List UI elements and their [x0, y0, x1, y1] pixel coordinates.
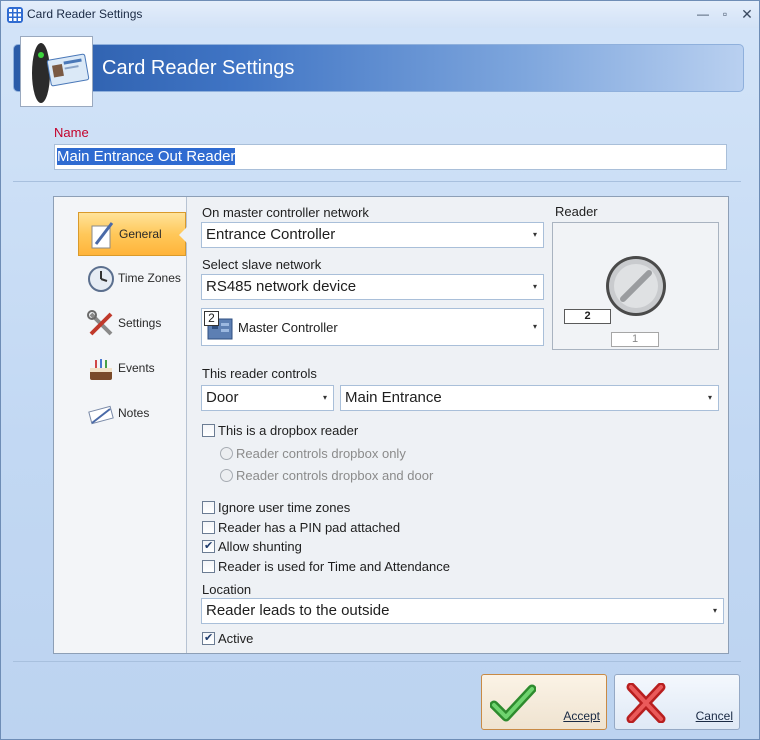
title-bar: Card Reader Settings — ▫ ✕ — [1, 1, 759, 28]
pin-pad-label: Reader has a PIN pad attached — [218, 520, 401, 535]
name-input[interactable]: Main Entrance Out Reader — [54, 144, 727, 170]
reader-secondary-number: 1 — [611, 332, 659, 347]
page-title: Card Reader Settings — [102, 57, 295, 79]
dropbox-and-door-radio[interactable] — [220, 469, 233, 482]
chevron-down-icon: ▾ — [712, 606, 717, 615]
card-reader-logo-icon — [20, 36, 93, 107]
dropbox-label: This is a dropbox reader — [218, 423, 359, 438]
dropbox-and-door-label: Reader controls dropbox and door — [236, 468, 434, 483]
cake-icon — [90, 359, 112, 380]
ignore-time-zones-checkbox[interactable] — [202, 501, 215, 514]
window-title: Card Reader Settings — [27, 7, 143, 21]
name-label: Name — [54, 125, 89, 140]
sidebar-item-events[interactable]: Events — [78, 347, 186, 391]
card-reader-knob-icon — [606, 256, 666, 316]
controls-type-dropdown[interactable]: Door ▾ — [201, 385, 334, 411]
minimize-button[interactable]: — — [695, 6, 711, 22]
divider — [13, 181, 741, 182]
close-button[interactable]: ✕ — [739, 6, 755, 22]
maximize-button[interactable]: ▫ — [717, 6, 733, 22]
chevron-down-icon: ▾ — [322, 393, 327, 402]
chevron-down-icon: ▾ — [532, 230, 537, 239]
card-reader-settings-window: Card Reader Settings — ▫ ✕ Card Reader S… — [0, 0, 760, 740]
tools-icon — [87, 310, 113, 336]
dropbox-only-radio[interactable] — [220, 447, 233, 460]
sidebar-item-time-zones[interactable]: Time Zones — [78, 257, 186, 301]
slave-network-label: Select slave network — [202, 257, 322, 272]
shunting-checkbox[interactable] — [202, 539, 215, 553]
controls-target-dropdown[interactable]: Main Entrance ▾ — [340, 385, 719, 411]
sidebar-item-general[interactable]: General — [78, 212, 186, 256]
reader-number: 2 — [564, 309, 611, 324]
cancel-button[interactable]: Cancel — [614, 674, 740, 730]
dropbox-only-label: Reader controls dropbox only — [236, 446, 406, 461]
active-nav-pointer — [179, 227, 187, 243]
reader-preview: 2 1 — [552, 222, 719, 350]
app-grid-icon — [7, 7, 23, 23]
reader-label: Reader — [555, 204, 598, 219]
cross-icon — [626, 683, 666, 723]
active-checkbox[interactable] — [202, 631, 215, 645]
chevron-down-icon: ▾ — [532, 282, 537, 291]
header-banner: Card Reader Settings — [13, 44, 744, 92]
chevron-down-icon: ▾ — [707, 393, 712, 402]
chevron-down-icon: ▾ — [532, 322, 537, 331]
dropbox-checkbox[interactable] — [202, 424, 215, 437]
ignore-time-zones-label: Ignore user time zones — [218, 500, 351, 515]
location-dropdown[interactable]: Reader leads to the outside ▾ — [201, 598, 724, 624]
sidebar-nav: General Time Zones Settings Events Notes — [54, 197, 187, 653]
clock-icon — [88, 266, 114, 292]
accept-button[interactable]: Accept — [481, 674, 607, 730]
sidebar-item-settings[interactable]: Settings — [78, 302, 186, 346]
slave-device-dropdown[interactable]: 2 Master Controller ▾ — [201, 308, 544, 346]
shunting-label: Allow shunting — [218, 539, 302, 554]
master-network-dropdown[interactable]: Entrance Controller ▾ — [201, 222, 544, 248]
pen-paper-icon — [91, 222, 114, 249]
device-number-badge: 2 — [204, 311, 219, 326]
notes-icon — [88, 405, 114, 425]
checkmark-icon — [490, 684, 536, 722]
time-attendance-label: Reader is used for Time and Attendance — [218, 559, 450, 574]
divider — [13, 661, 741, 662]
slave-network-dropdown[interactable]: RS485 network device ▾ — [201, 274, 544, 300]
time-attendance-checkbox[interactable] — [202, 560, 215, 573]
pin-pad-checkbox[interactable] — [202, 521, 215, 534]
active-label: Active — [218, 631, 254, 646]
location-label: Location — [202, 582, 252, 597]
master-network-label: On master controller network — [202, 205, 369, 220]
sidebar-item-notes[interactable]: Notes — [78, 392, 186, 436]
reader-controls-label: This reader controls — [202, 366, 317, 381]
